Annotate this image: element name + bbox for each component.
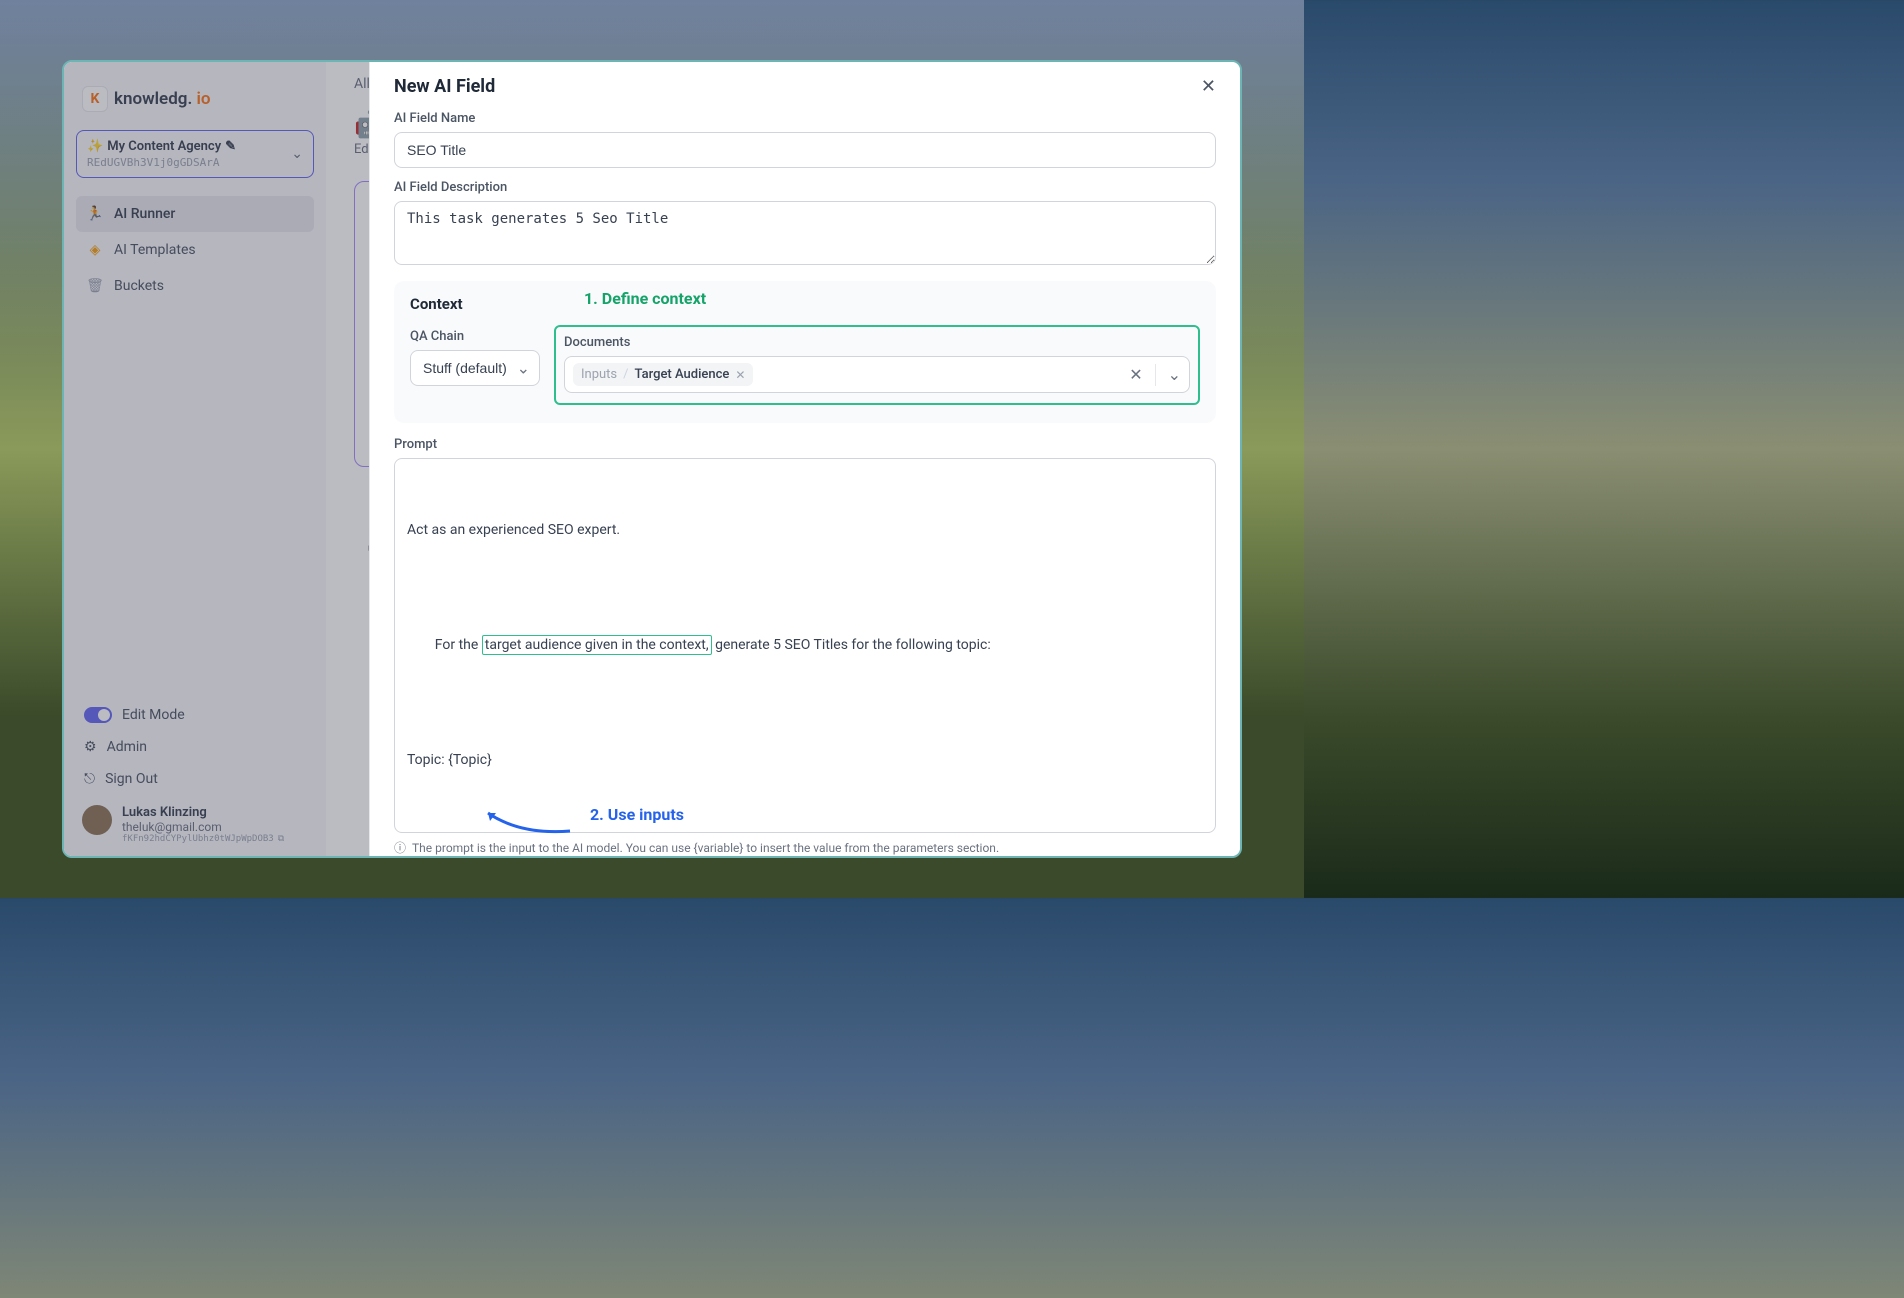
clear-icon[interactable]: ✕	[1129, 365, 1142, 384]
context-heading: Context	[410, 295, 1200, 313]
chevron-down-icon[interactable]: ⌄	[1168, 365, 1181, 384]
modal-title: New AI Field	[394, 76, 495, 97]
arrow-annotation-icon	[480, 807, 580, 839]
close-icon[interactable]: ✕	[1201, 76, 1216, 97]
new-ai-field-modal: New AI Field ✕ AI Field Name AI Field De…	[369, 62, 1240, 856]
prompt-label: Prompt	[394, 437, 1216, 452]
app-shell: K knowledg. io ✨ My Content Agency ✎ REd…	[62, 60, 1242, 858]
field-desc-input[interactable]	[394, 201, 1216, 265]
prompt-info: ⓘ The prompt is the input to the AI mode…	[394, 839, 1216, 856]
info-icon: ⓘ	[394, 839, 406, 856]
field-name-label: AI Field Name	[394, 111, 1216, 126]
documents-label: Documents	[564, 335, 1190, 350]
documents-input[interactable]: Inputs / Target Audience ✕ ✕ ⌄	[564, 356, 1190, 393]
field-desc-label: AI Field Description	[394, 180, 1216, 195]
document-tag: Inputs / Target Audience ✕	[573, 363, 753, 386]
qa-chain-label: QA Chain	[410, 329, 540, 344]
annotation-step2: 2. Use inputs	[590, 805, 684, 824]
annotation-step1: 1. Define context	[584, 289, 706, 308]
field-name-input[interactable]	[394, 132, 1216, 168]
context-section: Context 1. Define context QA Chain ⌄ Doc…	[394, 281, 1216, 423]
prompt-input[interactable]: Act as an experienced SEO expert. For th…	[394, 458, 1216, 833]
qa-chain-select[interactable]	[410, 350, 540, 386]
tag-remove-icon[interactable]: ✕	[735, 368, 745, 382]
